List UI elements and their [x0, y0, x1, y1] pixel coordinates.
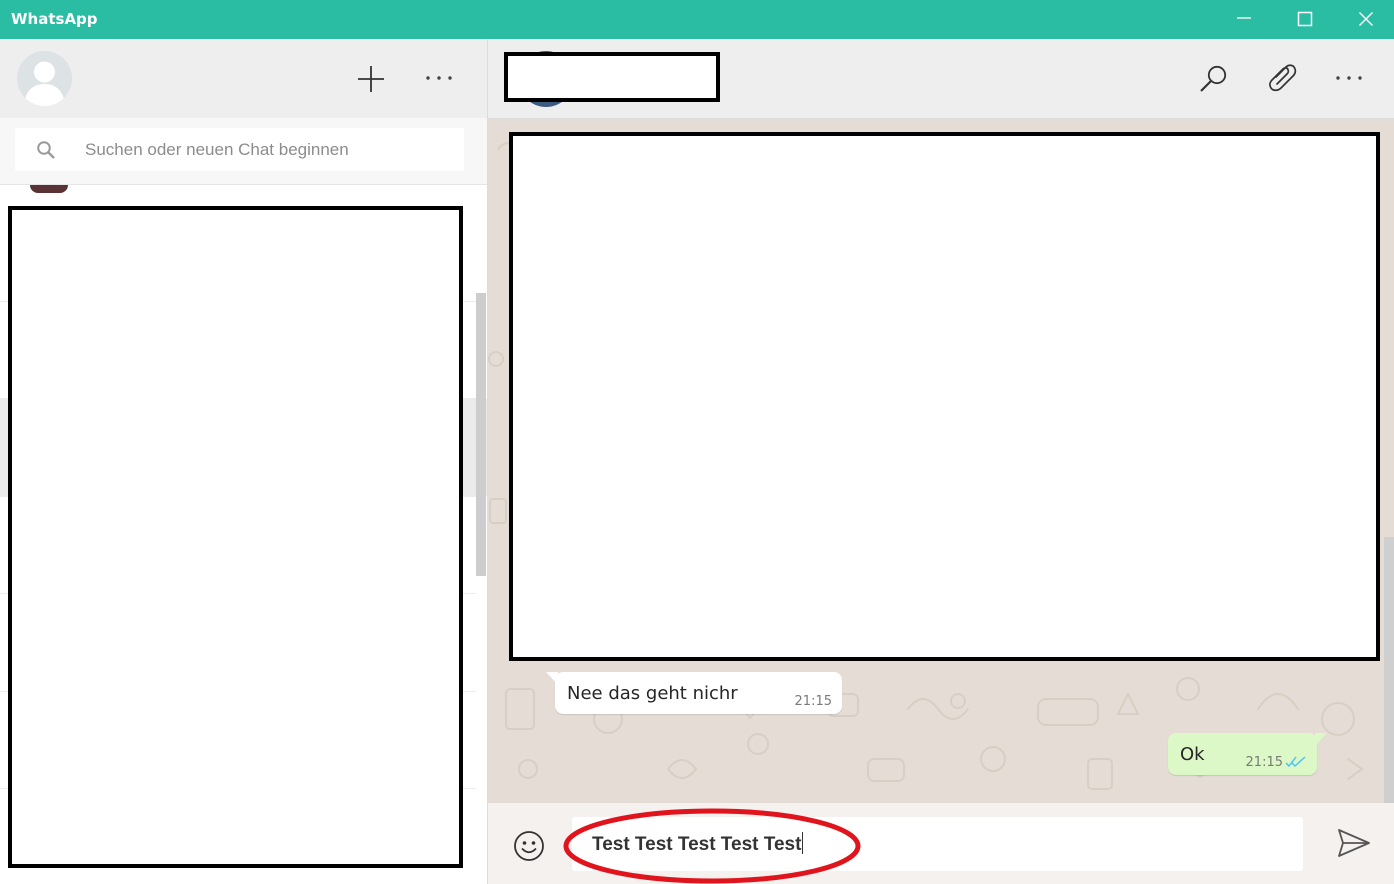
- redacted-chat-list: [8, 206, 463, 868]
- sidebar-scrollbar[interactable]: [476, 293, 486, 576]
- new-chat-button[interactable]: [356, 64, 386, 99]
- sidebar: [0, 39, 487, 884]
- message-time: 21:15: [794, 694, 832, 709]
- message-text: Ok: [1180, 744, 1205, 765]
- search-box[interactable]: [15, 128, 464, 171]
- bubble-tail: [546, 672, 558, 685]
- send-icon: [1338, 829, 1370, 857]
- redacted-message-history: [509, 132, 1380, 661]
- maximize-icon: [1297, 11, 1313, 27]
- send-button[interactable]: [1337, 827, 1371, 864]
- compose-bar: Test Test Test Test Test: [488, 803, 1394, 884]
- close-button[interactable]: [1336, 0, 1394, 39]
- redacted-contact-name: [504, 52, 720, 102]
- sidebar-menu-button[interactable]: [424, 64, 454, 99]
- conversation-panel: Nee das geht nichr 21:15 Ok 21:15 Test T…: [488, 39, 1394, 884]
- outgoing-message[interactable]: Ok 21:15: [1168, 733, 1327, 775]
- minimize-button[interactable]: [1214, 0, 1274, 39]
- title-bar: WhatsApp: [0, 0, 1394, 39]
- app-title: WhatsApp: [11, 10, 98, 28]
- search-icon: [37, 141, 55, 159]
- incoming-message[interactable]: Nee das geht nichr 21:15: [546, 672, 842, 714]
- message-time: 21:15: [1245, 755, 1283, 770]
- conversation-menu-button[interactable]: [1334, 64, 1364, 99]
- sidebar-header: [0, 39, 487, 118]
- bubble-tail: [1315, 733, 1327, 746]
- avatar-placeholder-icon: [24, 61, 65, 106]
- search-icon: [1200, 65, 1227, 92]
- more-icon: [1336, 76, 1362, 80]
- message-area[interactable]: Nee das geht nichr 21:15 Ok 21:15: [488, 119, 1394, 803]
- chat-avatar: [30, 185, 68, 193]
- maximize-button[interactable]: [1275, 0, 1335, 39]
- search-area: [0, 118, 487, 185]
- annotation-ellipse: [563, 808, 861, 884]
- search-input[interactable]: [85, 128, 455, 171]
- attach-button[interactable]: [1266, 61, 1300, 100]
- chat-list[interactable]: [0, 185, 487, 884]
- conversation-header[interactable]: [488, 39, 1394, 119]
- close-icon: [1359, 12, 1373, 26]
- minimize-icon: [1237, 17, 1251, 19]
- plus-icon: [358, 66, 384, 92]
- smiley-icon: [514, 831, 544, 861]
- message-scrollbar[interactable]: [1384, 537, 1394, 803]
- read-receipt-icon: [1285, 756, 1306, 768]
- message-text: Nee das geht nichr: [567, 683, 738, 704]
- more-icon: [426, 76, 452, 80]
- paperclip-icon: [1269, 64, 1297, 92]
- emoji-button[interactable]: [513, 830, 545, 867]
- my-avatar[interactable]: [17, 51, 72, 106]
- search-chat-button[interactable]: [1198, 63, 1230, 100]
